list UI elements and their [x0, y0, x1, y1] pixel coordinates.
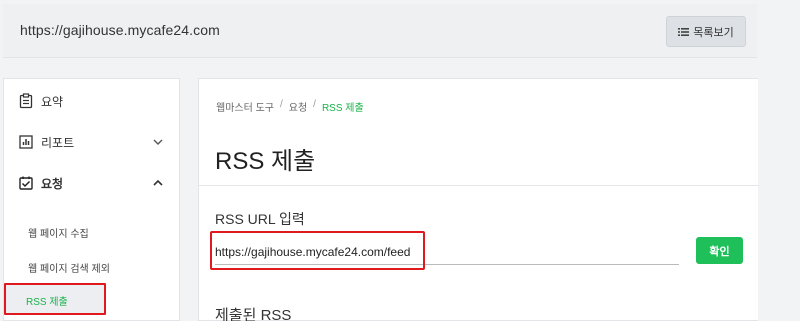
- page-title: RSS 제출: [215, 148, 316, 175]
- divider: [199, 185, 759, 186]
- main-panel: 웹마스터 도구 / 요청 / RSS 제출 RSS 제출 RSS URL 입력 …: [198, 78, 759, 321]
- sidebar-item-report[interactable]: 리포트: [18, 132, 74, 152]
- highlight-box: [210, 231, 425, 270]
- chevron-down-icon[interactable]: [152, 136, 164, 148]
- list-view-button[interactable]: 목록보기: [666, 16, 746, 47]
- sidebar-subitem-page-collect[interactable]: 웹 페이지 수집: [28, 225, 89, 240]
- list-view-label: 목록보기: [693, 26, 734, 39]
- sidebar-item-request[interactable]: 요청: [18, 173, 63, 193]
- checkbox-icon: [18, 175, 34, 191]
- breadcrumb-current: RSS 제출: [321, 103, 364, 114]
- list-icon: [678, 27, 690, 37]
- sidebar-item-summary[interactable]: 요약: [18, 91, 63, 111]
- clipboard-icon: [18, 93, 34, 109]
- top-bar: https://gajihouse.mycafe24.com 목록보기: [3, 4, 757, 58]
- sidebar-subitem-rss-submit[interactable]: RSS 제출: [4, 283, 106, 315]
- sidebar-item-label: 요청: [41, 176, 64, 191]
- sidebar-item-label: 요약: [41, 94, 64, 109]
- breadcrumb-item[interactable]: 웹마스터 도구: [216, 99, 274, 114]
- sidebar-subitem-label: RSS 제출: [26, 297, 68, 308]
- breadcrumb: 웹마스터 도구 / 요청 / RSS 제출: [216, 99, 364, 114]
- breadcrumb-item[interactable]: 요청: [289, 99, 307, 114]
- chevron-up-icon[interactable]: [152, 177, 164, 189]
- confirm-button[interactable]: 확인: [696, 237, 743, 264]
- sidebar-subitem-search-exclude[interactable]: 웹 페이지 검색 제외: [28, 260, 110, 275]
- site-url: https://gajihouse.mycafe24.com: [20, 22, 220, 38]
- breadcrumb-separator: /: [279, 99, 283, 110]
- submitted-rss-heading: 제출된 RSS: [215, 307, 292, 321]
- rss-url-label: RSS URL 입력: [215, 211, 305, 227]
- breadcrumb-separator: /: [313, 99, 316, 110]
- report-chart-icon: [18, 134, 34, 150]
- sidebar-item-label: 리포트: [41, 135, 75, 150]
